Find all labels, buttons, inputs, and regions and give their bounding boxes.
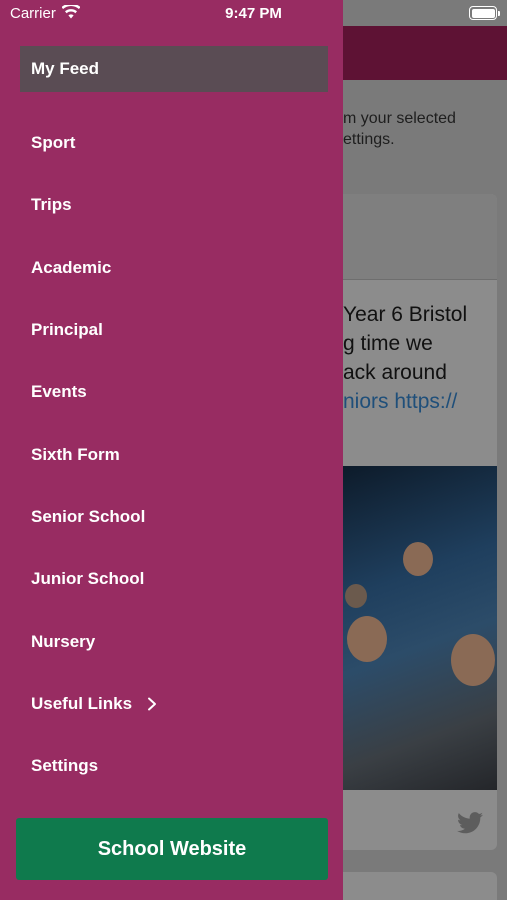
my-feed-button[interactable]: My Feed — [20, 46, 328, 92]
menu-item-label: Trips — [31, 195, 72, 215]
menu-item-settings[interactable]: Settings — [0, 735, 343, 797]
post-line: Year 6 Bristol — [343, 303, 468, 326]
feed-intro-text: m your selected ettings. — [343, 108, 507, 150]
photo-figure — [451, 634, 495, 686]
drawer-menu: Sport Trips Academic Principal Events Si… — [0, 112, 343, 797]
menu-item-label: Senior School — [31, 506, 146, 526]
menu-item-label: Sport — [31, 133, 76, 153]
photo-figure — [403, 542, 433, 576]
menu-item-label: Principal — [31, 320, 103, 340]
menu-item-label: Junior School — [31, 569, 145, 589]
menu-item-academic[interactable]: Academic — [0, 237, 343, 299]
photo-figure — [347, 616, 387, 662]
post-line: g time we — [343, 332, 433, 355]
twitter-icon[interactable] — [457, 812, 483, 834]
menu-item-sport[interactable]: Sport — [0, 112, 343, 174]
chevron-right-icon — [148, 697, 157, 711]
menu-item-senior-school[interactable]: Senior School — [0, 486, 343, 548]
photo-figure — [345, 584, 367, 608]
menu-item-principal[interactable]: Principal — [0, 299, 343, 361]
intro-line: ettings. — [343, 131, 395, 148]
post-header — [343, 194, 497, 280]
menu-item-events[interactable]: Events — [0, 361, 343, 423]
menu-item-label: Useful Links — [31, 693, 133, 713]
post-text: Year 6 Bristol g time we ack around nior… — [343, 300, 497, 416]
post-photo[interactable] — [343, 466, 497, 790]
menu-item-label: Events — [31, 382, 87, 402]
menu-item-sixth-form[interactable]: Sixth Form — [0, 423, 343, 485]
menu-item-junior-school[interactable]: Junior School — [0, 548, 343, 610]
status-bar: Carrier 9:47 PM — [0, 0, 507, 26]
intro-line: m your selected — [343, 110, 456, 127]
menu-item-label: Academic — [31, 257, 112, 277]
menu-item-useful-links[interactable]: Useful Links — [0, 673, 343, 735]
menu-item-label: Nursery — [31, 631, 96, 651]
menu-item-trips[interactable]: Trips — [0, 174, 343, 236]
feed-post-card[interactable] — [343, 872, 497, 900]
battery-icon — [469, 6, 500, 20]
school-website-button[interactable]: School Website — [16, 818, 328, 880]
menu-item-label: Sixth Form — [31, 444, 120, 464]
feed-post-card[interactable]: Year 6 Bristol g time we ack around nior… — [343, 194, 497, 850]
post-line: ack around — [343, 361, 447, 384]
side-drawer: My Feed Sport Trips Academic Principal E… — [0, 0, 343, 900]
post-link[interactable]: niors https:// — [343, 387, 497, 416]
clock: 9:47 PM — [225, 5, 282, 22]
menu-item-nursery[interactable]: Nursery — [0, 610, 343, 672]
menu-item-label: Settings — [31, 756, 99, 776]
